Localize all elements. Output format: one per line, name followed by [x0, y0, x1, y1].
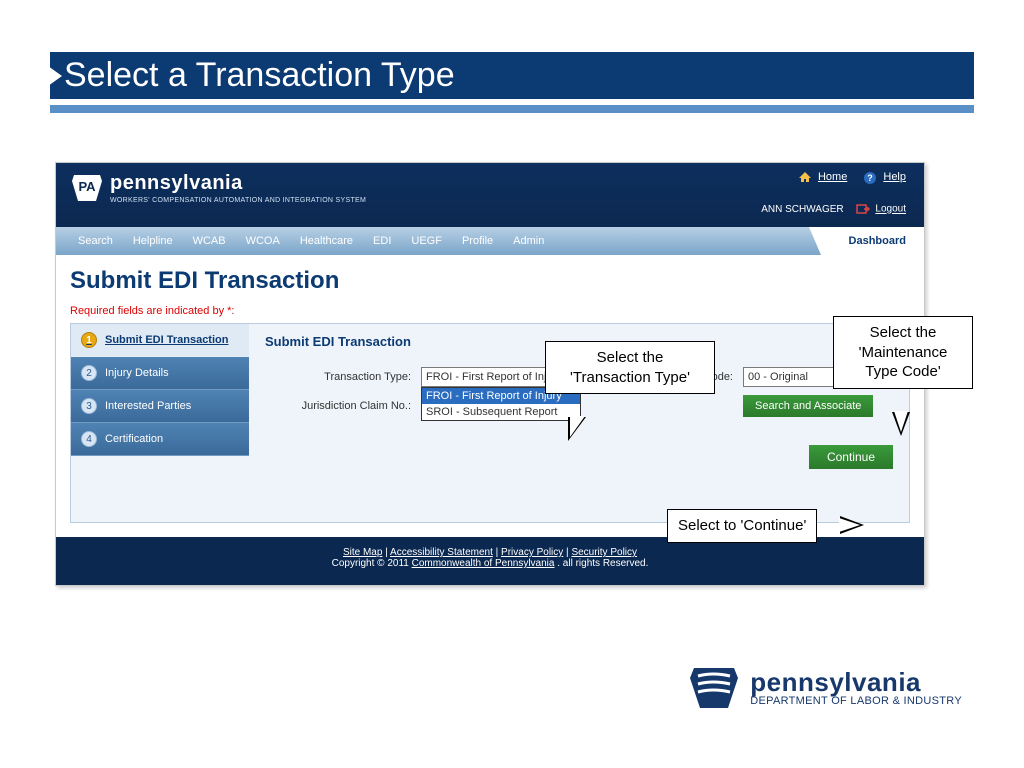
help-icon: ?	[863, 171, 877, 183]
transaction-type-option-sroi[interactable]: SROI - Subsequent Report	[422, 404, 580, 420]
app-header: PA pennsylvania WORKERS' COMPENSATION AU…	[56, 163, 924, 227]
content-row: 1 Submit EDI Transaction 2 Injury Detail…	[70, 323, 910, 523]
nav-profile[interactable]: Profile	[452, 235, 503, 247]
callout-text: Select to 'Continue'	[678, 517, 806, 534]
keystone-icon: PA	[70, 173, 104, 203]
svg-text:?: ?	[868, 173, 874, 183]
header-links: Home ? Help	[798, 171, 906, 183]
footer-link-privacy[interactable]: Privacy Policy	[501, 547, 563, 558]
wizard-step-label: Certification	[105, 433, 163, 445]
brand-state: pennsylvania	[110, 173, 366, 193]
wizard-step-label: Submit EDI Transaction	[105, 334, 228, 346]
callout-maintenance-type: Select the 'Maintenance Type Code'	[833, 316, 973, 389]
wizard-step-2[interactable]: 2 Injury Details	[71, 357, 249, 390]
svg-text:PA: PA	[78, 179, 96, 194]
footer-link-accessibility[interactable]: Accessibility Statement	[390, 547, 493, 558]
dept-logo-dept: DEPARTMENT OF LABOR & INDUSTRY	[750, 695, 962, 707]
wizard-step-num: 1	[81, 332, 97, 348]
dept-logo: pennsylvania DEPARTMENT OF LABOR & INDUS…	[688, 664, 962, 712]
slide-title-underline	[50, 105, 974, 113]
wizard-step-3[interactable]: 3 Interested Parties	[71, 390, 249, 423]
brand-subtitle: WORKERS' COMPENSATION AUTOMATION AND INT…	[110, 197, 366, 204]
slide-title-bar: Select a Transaction Type	[50, 52, 974, 113]
transaction-type-value: FROI - First Report of Inju	[426, 371, 553, 383]
callout-text: Select the 'Transaction Type'	[570, 349, 690, 386]
nav-admin[interactable]: Admin	[503, 235, 554, 247]
slide-title: Select a Transaction Type	[50, 52, 974, 99]
wizard-step-num: 2	[81, 365, 97, 381]
logout-link[interactable]: Logout	[856, 203, 906, 215]
transaction-type-label: Transaction Type:	[265, 371, 415, 383]
nav-healthcare[interactable]: Healthcare	[290, 235, 363, 247]
wizard-step-num: 3	[81, 398, 97, 414]
help-link[interactable]: ? Help	[863, 171, 906, 183]
footer-links: Site Map | Accessibility Statement | Pri…	[56, 547, 924, 558]
wizard-step-label: Interested Parties	[105, 400, 191, 412]
dept-logo-name: pennsylvania	[750, 669, 962, 695]
continue-row: Continue	[265, 445, 893, 469]
nav-edi[interactable]: EDI	[363, 235, 401, 247]
footer-copyright: Copyright © 2011 Commonwealth of Pennsyl…	[56, 558, 924, 569]
nav-wcab[interactable]: WCAB	[183, 235, 236, 247]
callout-continue: Select to 'Continue'	[667, 509, 817, 543]
brand-logo: PA pennsylvania WORKERS' COMPENSATION AU…	[70, 173, 906, 204]
wizard-step-label: Injury Details	[105, 367, 169, 379]
callout-transaction-type: Select the 'Transaction Type'	[545, 341, 715, 394]
navbar: Search Helpline WCAB WCOA Healthcare EDI…	[56, 227, 924, 255]
user-name: ANN SCHWAGER	[761, 204, 843, 215]
nav-search[interactable]: Search	[68, 235, 123, 247]
app-footer: Site Map | Accessibility Statement | Pri…	[56, 537, 924, 585]
nav-wcoa[interactable]: WCOA	[236, 235, 290, 247]
logout-icon	[856, 203, 870, 215]
search-associate-button[interactable]: Search and Associate	[743, 395, 873, 417]
callout-text: Select the 'Maintenance Type Code'	[859, 324, 948, 380]
maintenance-type-value: 00 - Original	[748, 371, 808, 383]
jurisdiction-label: Jurisdiction Claim No.:	[265, 400, 415, 412]
keystone-shield-icon	[688, 664, 740, 712]
home-icon	[798, 171, 812, 183]
wizard-step-num: 4	[81, 431, 97, 447]
home-link[interactable]: Home	[798, 171, 847, 183]
footer-link-commonwealth[interactable]: Commonwealth of Pennsylvania	[412, 558, 555, 569]
continue-button[interactable]: Continue	[809, 445, 893, 469]
page-body: Submit EDI Transaction Required fields a…	[56, 255, 924, 523]
wizard-step-1[interactable]: 1 Submit EDI Transaction	[71, 324, 249, 357]
nav-helpline[interactable]: Helpline	[123, 235, 183, 247]
dashboard-tab[interactable]: Dashboard	[821, 227, 924, 255]
required-note: Required fields are indicated by *:	[70, 305, 910, 317]
nav-uegf[interactable]: UEGF	[401, 235, 452, 247]
user-row: ANN SCHWAGER Logout	[761, 203, 906, 215]
footer-link-security[interactable]: Security Policy	[571, 547, 637, 558]
wizard-step-4[interactable]: 4 Certification	[71, 423, 249, 456]
footer-link-sitemap[interactable]: Site Map	[343, 547, 382, 558]
wizard-nav: 1 Submit EDI Transaction 2 Injury Detail…	[71, 324, 249, 522]
page-title: Submit EDI Transaction	[70, 267, 910, 295]
